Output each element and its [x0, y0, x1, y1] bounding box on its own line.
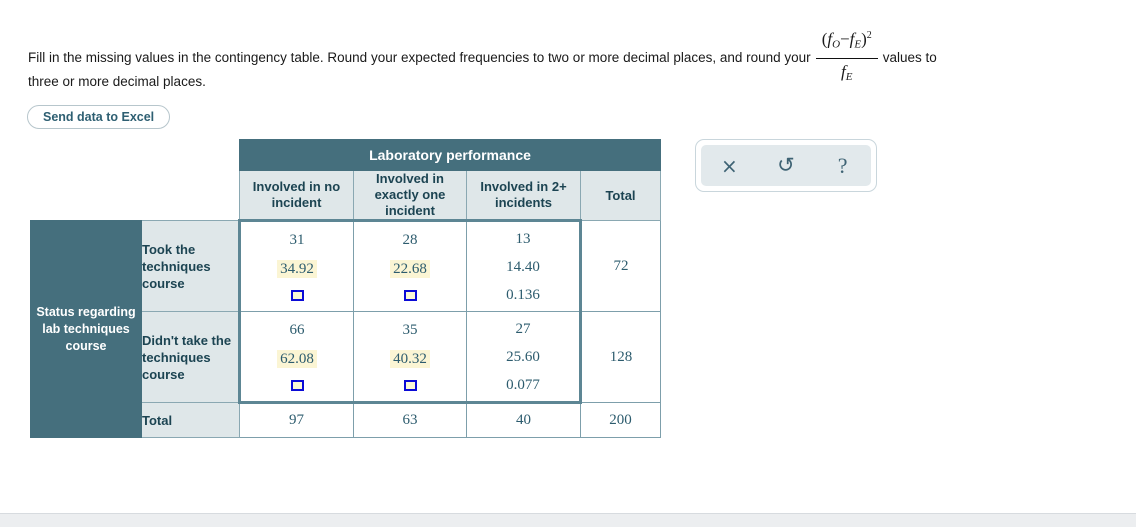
corner-blank-cell-1	[30, 139, 142, 171]
formula-numerator: (fO−fE)2	[815, 24, 878, 59]
observed-value: 28	[402, 232, 418, 248]
cell-row0-col0: 31 34.92	[238, 219, 354, 312]
observed-value: 27	[515, 320, 531, 337]
column-header-no-incident: Involved in no incident	[239, 170, 354, 221]
cell-row0-col2: 13 14.40 0.136	[466, 219, 582, 312]
chi-contribution-value: 0.136	[506, 286, 540, 303]
cell-stack: 27 25.60 0.077	[467, 312, 579, 401]
column-header-exactly-one-incident: Involved in exactly one incident	[353, 170, 467, 221]
formula-exponent: 2	[866, 30, 872, 41]
observed-value: 35	[402, 322, 418, 338]
corner-blank-cell-4	[141, 170, 240, 221]
table-group-header-row: Laboratory performance	[30, 139, 661, 171]
formula-denominator-subscript: E	[845, 70, 853, 83]
help-icon[interactable]: ?	[824, 154, 862, 177]
send-data-to-excel-button[interactable]: Send data to Excel	[27, 105, 171, 129]
cell-stack: 28 22.68	[354, 222, 466, 311]
observed-value: 13	[515, 230, 531, 247]
chi-contribution-value: 0.077	[506, 376, 540, 393]
row-total-didnt-take-course: 128	[580, 311, 661, 403]
expected-value: 25.60	[506, 348, 540, 365]
column-total-two-plus-incidents: 40	[466, 402, 581, 438]
chi-contribution-input[interactable]	[290, 290, 304, 301]
grand-total: 200	[580, 402, 661, 438]
cell-row1-col2: 27 25.60 0.077	[466, 311, 582, 404]
column-header-total: Total	[580, 170, 661, 221]
close-icon[interactable]: ×	[710, 156, 748, 176]
bottom-strip	[0, 513, 1136, 527]
cell-stack: 35 40.32	[354, 312, 466, 401]
corner-blank-cell-2	[141, 139, 240, 171]
instruction-part2: values to	[882, 49, 937, 65]
cell-stack: 66 62.08	[241, 312, 353, 401]
instruction-part1: Fill in the missing values in the contin…	[28, 49, 811, 65]
column-header-two-plus-incidents: Involved in 2+ incidents	[466, 170, 581, 221]
cell-row1-col0: 66 62.08	[238, 311, 354, 404]
cell-stack: 31 34.92	[241, 222, 353, 311]
contingency-table-wrapper: Laboratory performance Involved in no in…	[30, 139, 661, 438]
expected-value: 34.92	[277, 260, 317, 278]
column-total-no-incident: 97	[239, 402, 354, 438]
observed-value: 66	[289, 322, 305, 338]
chi-square-term-formula: (fO−fE)2 fE	[815, 24, 878, 89]
formula-minus: −	[840, 29, 850, 49]
cell-row0-col1: 28 22.68	[353, 219, 467, 312]
contingency-table: Laboratory performance Involved in no in…	[30, 139, 661, 438]
formula-denominator: fE	[816, 59, 878, 89]
row-label-took-course: Took the techniques course	[141, 220, 240, 312]
instruction-part3: three or more decimal places.	[28, 74, 206, 89]
expected-value: 22.68	[390, 260, 430, 278]
expected-value: 14.40	[506, 258, 540, 275]
formula-f-observed-subscript: O	[832, 38, 841, 51]
row-axis-label-status: Status regarding lab techniques course	[30, 220, 142, 438]
corner-blank-cell-3	[30, 170, 142, 221]
group-header-laboratory-performance: Laboratory performance	[239, 139, 661, 171]
row-label-total: Total	[141, 402, 240, 438]
row-label-didnt-take-course: Didn't take the techniques course	[141, 311, 240, 403]
row-total-took-course: 72	[580, 220, 661, 312]
column-total-exactly-one-incident: 63	[353, 402, 467, 438]
chi-contribution-input[interactable]	[403, 290, 417, 301]
expected-value: 62.08	[277, 350, 317, 368]
cell-row1-col1: 35 40.32	[353, 311, 467, 404]
instruction-text: Fill in the missing values in the contin…	[28, 26, 1118, 91]
table-row: Status regarding lab techniques course T…	[30, 219, 661, 438]
send-data-to-excel-label: Send data to Excel	[43, 110, 155, 124]
observed-value: 31	[289, 232, 305, 248]
answer-toolbar-inner: × ↺ ?	[701, 145, 871, 186]
table-column-header-row: Involved in no incident Involved in exac…	[30, 170, 661, 221]
answer-toolbar: × ↺ ?	[695, 139, 877, 192]
chi-contribution-input[interactable]	[290, 380, 304, 391]
chi-contribution-input[interactable]	[403, 380, 417, 391]
expected-value: 40.32	[390, 350, 430, 368]
undo-icon[interactable]: ↺	[767, 155, 805, 176]
cell-stack: 13 14.40 0.136	[467, 222, 579, 311]
